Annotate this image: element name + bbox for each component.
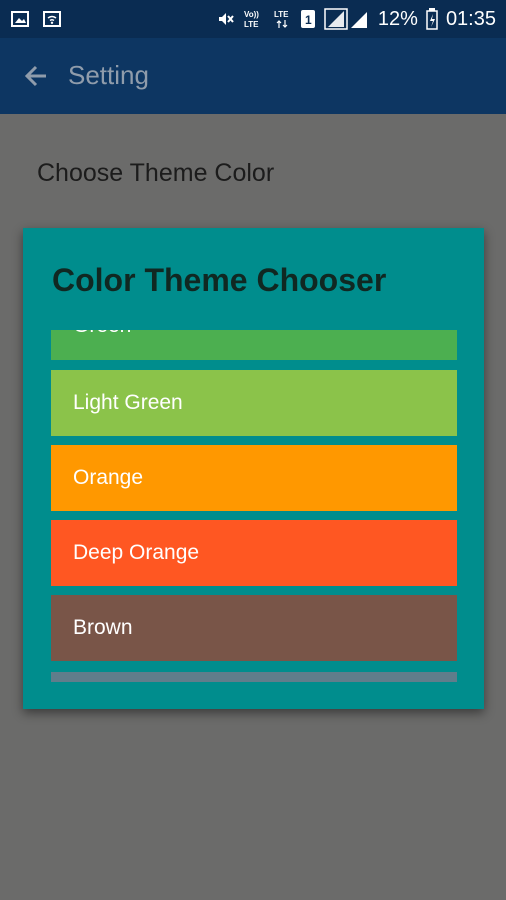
color-list[interactable]: Green Light Green Orange Deep Orange Bro… [51,330,457,682]
svg-text:LTE: LTE [274,10,289,19]
svg-text:1: 1 [305,13,312,27]
mute-icon [218,13,234,25]
color-option-label: Orange [73,466,144,489]
svg-text:Vo)): Vo)) [244,10,259,19]
color-theme-dialog: Color Theme Chooser Green Light Green Or… [23,228,484,709]
color-option-brown[interactable]: Brown [51,595,457,661]
status-bar: Vo)) LTE LTE 1 12% 01:35 [0,0,506,38]
color-option-light-green[interactable]: Light Green [51,370,457,436]
color-option-deep-orange[interactable]: Deep Orange [51,520,457,586]
color-option-label: Deep Orange [73,541,200,564]
battery-percent: 12% [377,7,418,30]
wifi-icon [43,11,61,27]
color-option-label: Green [73,330,131,338]
app-bar: Setting [0,38,506,114]
lte-icon: LTE [274,10,289,28]
signal-icon [324,8,367,30]
clock: 01:35 [445,7,496,30]
color-option-orange[interactable]: Orange [51,445,457,511]
section-title[interactable]: Choose Theme Color [37,159,274,188]
dialog-title: Color Theme Chooser [52,262,387,298]
page-title: Setting [68,60,149,90]
color-option-label: Light Green [73,391,183,414]
battery-icon [426,8,438,30]
sim-icon: 1 [300,10,315,28]
gallery-icon [11,11,29,27]
color-option-next[interactable] [51,672,457,682]
volte-icon: Vo)) LTE [244,10,259,29]
svg-text:LTE: LTE [244,20,259,29]
color-option-green[interactable]: Green [51,330,457,360]
arrow-back-icon[interactable] [20,60,52,92]
color-option-label: Brown [73,616,133,639]
